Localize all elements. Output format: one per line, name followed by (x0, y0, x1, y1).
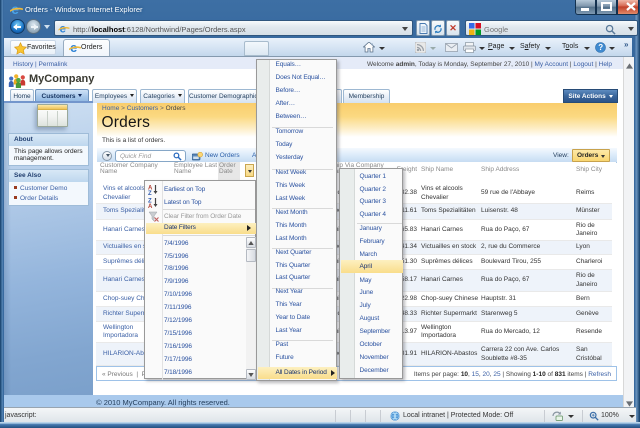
svg-text:Z: Z (148, 191, 152, 195)
svg-text:A: A (148, 204, 153, 208)
svg-text:?: ? (598, 43, 603, 52)
